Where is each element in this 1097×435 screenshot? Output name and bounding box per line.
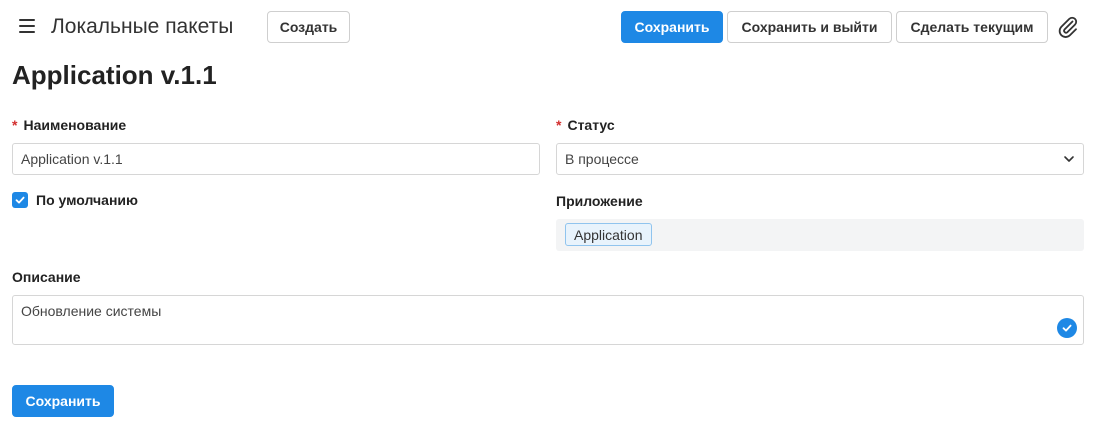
- status-select[interactable]: В процессе: [556, 143, 1084, 175]
- footer-save-button[interactable]: Сохранить: [12, 385, 114, 417]
- description-value: Обновление системы: [21, 303, 162, 319]
- application-field[interactable]: Application: [556, 219, 1084, 251]
- required-mark: *: [556, 117, 562, 133]
- save-and-exit-button[interactable]: Сохранить и выйти: [727, 11, 892, 43]
- top-bar: Локальные пакеты Создать Сохранить Сохра…: [0, 0, 1097, 52]
- application-label: Приложение: [556, 193, 643, 209]
- name-input[interactable]: Application v.1.1: [12, 143, 540, 175]
- page-title: Application v.1.1: [12, 60, 217, 90]
- application-tag[interactable]: Application: [565, 223, 652, 246]
- name-label: * Наименование: [12, 117, 126, 133]
- name-label-text: Наименование: [23, 117, 127, 133]
- default-checkbox-label: По умолчанию: [36, 192, 138, 208]
- paperclip-icon[interactable]: [1056, 15, 1080, 39]
- make-current-button[interactable]: Сделать текущим: [896, 11, 1048, 43]
- save-button[interactable]: Сохранить: [621, 11, 723, 43]
- default-checkbox-row[interactable]: По умолчанию: [12, 192, 138, 208]
- menu-icon[interactable]: [17, 16, 39, 36]
- check-circle-icon: [1057, 318, 1077, 338]
- description-textarea[interactable]: Обновление системы: [12, 295, 1084, 345]
- description-label: Описание: [12, 269, 81, 285]
- required-mark: *: [12, 117, 18, 133]
- status-label-text: Статус: [567, 117, 615, 133]
- chevron-down-icon: [1064, 156, 1074, 162]
- create-button[interactable]: Создать: [267, 11, 350, 43]
- default-checkbox[interactable]: [12, 192, 28, 208]
- status-label: * Статус: [556, 117, 615, 133]
- status-select-value: В процессе: [565, 151, 639, 167]
- checkmark-icon: [15, 196, 25, 204]
- app-title: Локальные пакеты: [51, 15, 234, 38]
- name-input-value: Application v.1.1: [21, 151, 123, 167]
